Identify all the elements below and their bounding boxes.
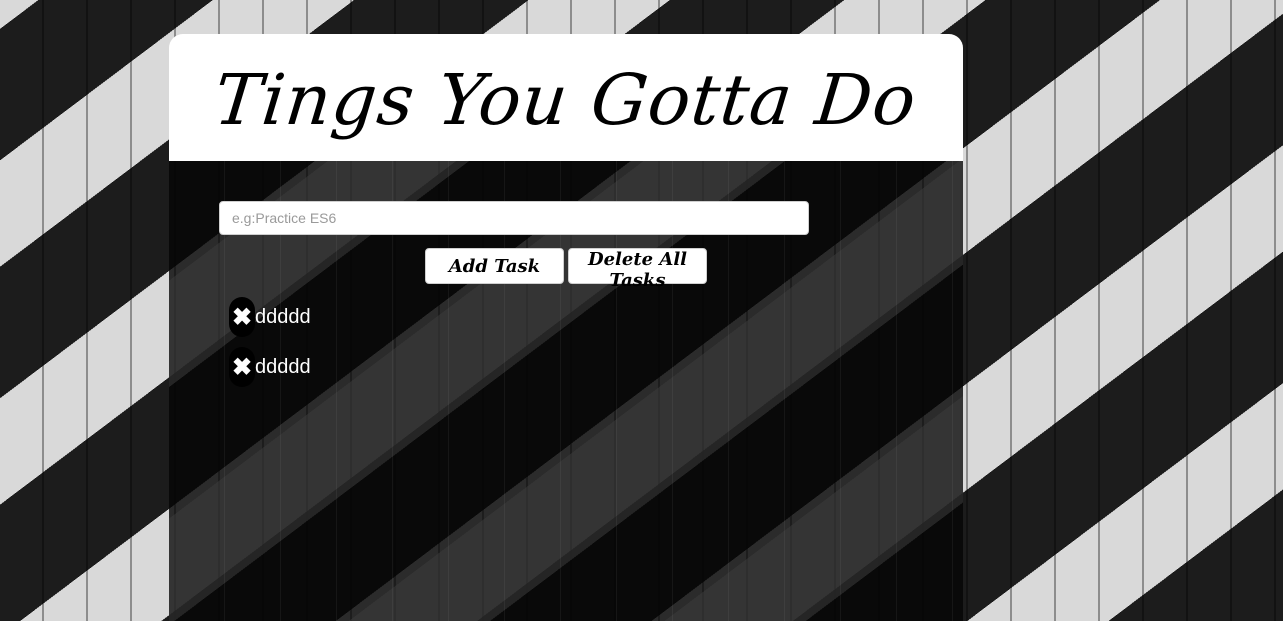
task-text: ddddd [255, 355, 311, 378]
close-icon[interactable]: ✖ [229, 297, 255, 337]
task-item: ✖ ddddd [229, 342, 311, 392]
close-icon[interactable]: ✖ [229, 347, 255, 387]
card-header: Tings You Gotta Do [169, 34, 963, 161]
delete-all-tasks-button[interactable]: Delete All Tasks [568, 248, 707, 291]
page-title: Tings You Gotta Do [210, 58, 921, 141]
task-list: ✖ ddddd ✖ ddddd [229, 292, 311, 392]
add-task-button[interactable]: Add Task [425, 248, 564, 284]
card-body: Add Task Delete All Tasks ✖ ddddd ✖ dddd… [169, 161, 963, 621]
todo-card: Tings You Gotta Do Add Task Delete All T… [169, 34, 963, 621]
task-item: ✖ ddddd [229, 292, 311, 342]
button-row: Add Task Delete All Tasks [425, 248, 707, 291]
task-text: ddddd [255, 305, 311, 328]
task-input[interactable] [219, 201, 809, 235]
